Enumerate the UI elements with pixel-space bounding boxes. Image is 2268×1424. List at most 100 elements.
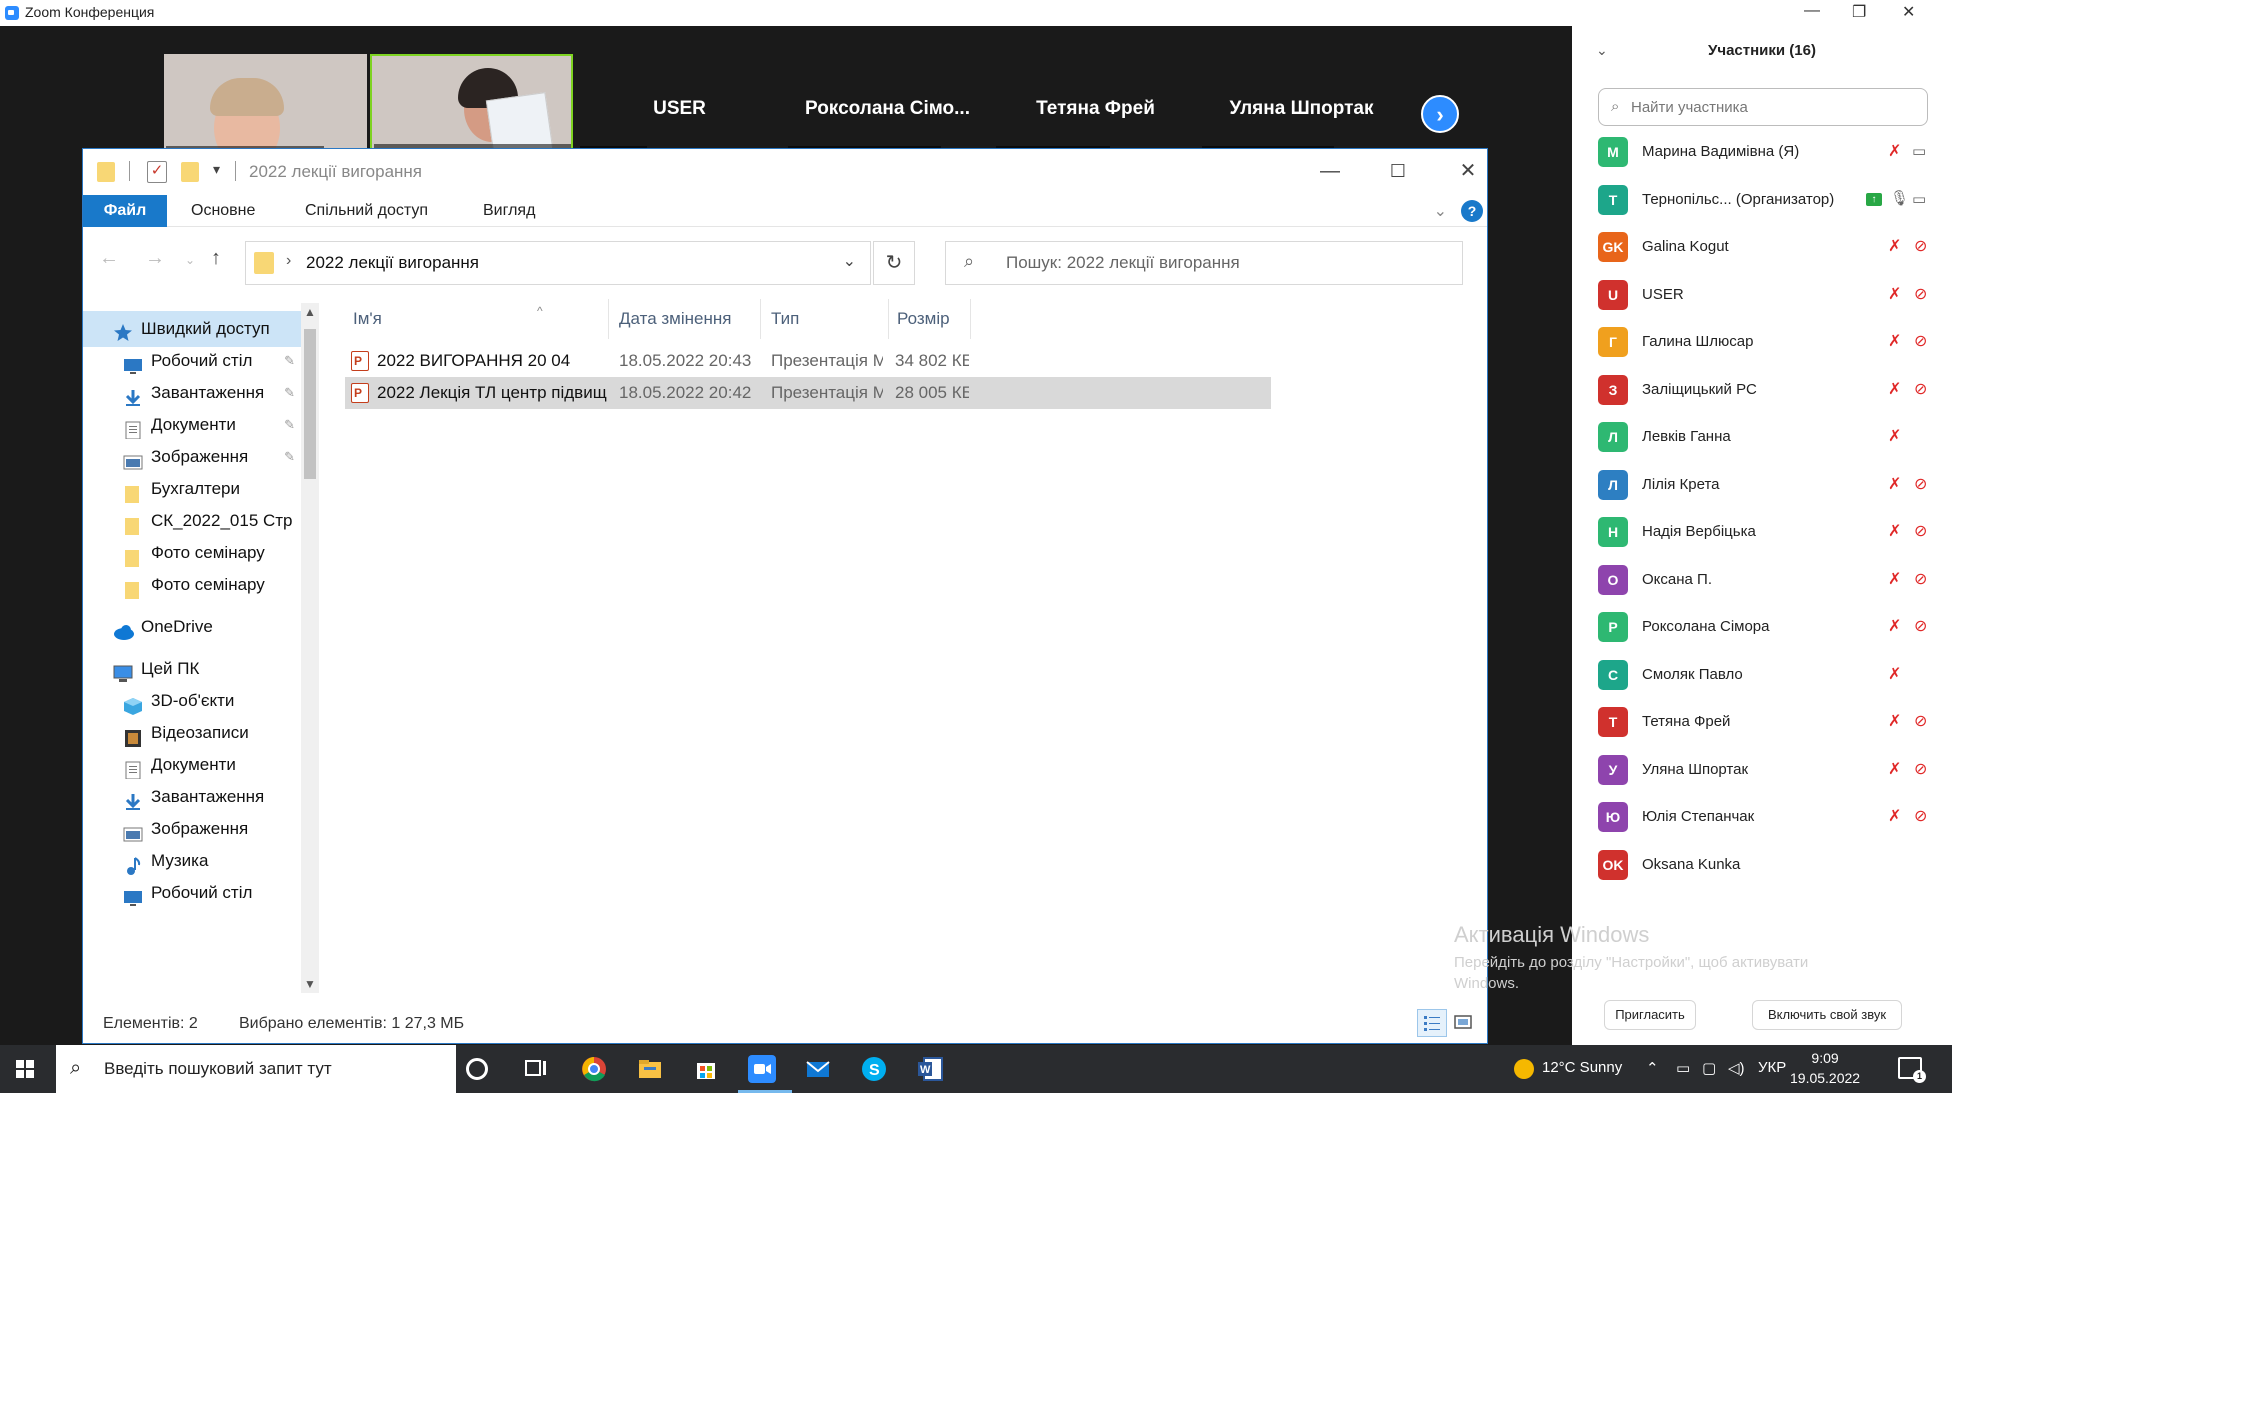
participant-row[interactable]: Г Галина Шлюсар ✗ ⊘ (1598, 322, 1938, 362)
maximize-button[interactable]: ☐ (1373, 155, 1423, 189)
volume-icon[interactable]: ◁) (1728, 1059, 1745, 1077)
camera-off-icon[interactable]: ⊘ (1914, 331, 1927, 351)
search-input[interactable]: ⌕ Пошук: 2022 лекції вигорання (945, 241, 1463, 285)
unmute-button[interactable]: Включить свой звук (1752, 1000, 1902, 1030)
task-view-icon[interactable] (522, 1055, 550, 1083)
new-folder-icon[interactable] (181, 162, 199, 182)
participant-row[interactable]: Р Роксолана Сімора ✗ ⊘ (1598, 607, 1938, 647)
weather-sun-icon[interactable] (1514, 1059, 1534, 1079)
details-view-icon[interactable] (1417, 1009, 1447, 1037)
restore-button[interactable]: ❐ (1852, 2, 1866, 22)
mic-icon[interactable]: 🎙 (1890, 189, 1909, 207)
camera-off-icon[interactable]: ⊘ (1914, 616, 1927, 636)
close-button[interactable]: ✕ (1902, 2, 1915, 22)
mail-icon[interactable] (804, 1055, 832, 1083)
nav-item[interactable]: СК_2022_015 Стр (83, 503, 301, 539)
mic-muted-icon[interactable]: ✗ (1888, 426, 1901, 446)
refresh-icon[interactable]: ↻ (873, 241, 915, 285)
mic-muted-icon[interactable]: ✗ (1888, 236, 1901, 256)
next-page-button[interactable]: › (1421, 95, 1459, 133)
invite-button[interactable]: Пригласить (1604, 1000, 1696, 1030)
mic-muted-icon[interactable]: ✗ (1888, 664, 1901, 684)
nav-item[interactable]: 3D-об'єкти (83, 683, 301, 719)
nav-item[interactable]: Фото семінару (83, 567, 301, 603)
participant-row[interactable]: О Оксана П. ✗ ⊘ (1598, 560, 1938, 600)
column-date[interactable]: Дата змінення (611, 299, 761, 339)
nav-item[interactable]: Музика (83, 843, 301, 879)
camera-off-icon[interactable]: ⊘ (1914, 711, 1927, 731)
column-type[interactable]: Тип (763, 299, 889, 339)
close-button[interactable]: ✕ (1443, 155, 1493, 189)
nav-item[interactable]: Робочий стіл (83, 875, 301, 911)
scroll-down-icon[interactable]: ▼ (301, 977, 319, 991)
participant-row[interactable]: С Смоляк Павло ✗ (1598, 655, 1938, 695)
tab-share[interactable]: Спільний доступ (305, 195, 428, 227)
camera-off-icon[interactable]: ⊘ (1914, 474, 1927, 494)
mic-muted-icon[interactable]: ✗ (1888, 806, 1901, 826)
cortana-icon[interactable] (466, 1058, 488, 1080)
minimize-button[interactable]: — (1305, 155, 1355, 189)
participant-row[interactable]: Т Тетяна Фрей ✗ ⊘ (1598, 702, 1938, 742)
nav-item[interactable]: Зображення ✎ (83, 439, 301, 475)
nav-item[interactable]: Швидкий доступ (83, 311, 301, 347)
participant-row[interactable]: Л Левків Ганна ✗ (1598, 417, 1938, 457)
camera-off-icon[interactable]: ⊘ (1914, 284, 1927, 304)
participant-row[interactable]: М Марина Вадимівна (Я) ✗ ▭ (1598, 132, 1938, 172)
minimize-button[interactable]: — (1804, 2, 1820, 20)
nav-item[interactable]: Бухгалтери (83, 471, 301, 507)
nav-item[interactable]: Відеозаписи (83, 715, 301, 751)
column-name[interactable]: Ім'я ^ (345, 299, 609, 339)
file-explorer-icon[interactable] (636, 1055, 664, 1083)
recent-locations-icon[interactable]: ⌄ (185, 253, 195, 267)
nav-item[interactable]: Документи ✎ (83, 407, 301, 443)
skype-icon[interactable]: S (860, 1055, 888, 1083)
chrome-icon[interactable] (580, 1055, 608, 1083)
camera-icon[interactable]: ▭ (1912, 142, 1926, 160)
participant-row[interactable]: GK Galina Kogut ✗ ⊘ (1598, 227, 1938, 267)
mic-muted-icon[interactable]: ✗ (1888, 711, 1901, 731)
column-size[interactable]: Розмір (889, 299, 971, 339)
forward-icon[interactable]: → (145, 247, 165, 270)
camera-off-icon[interactable]: ⊘ (1914, 759, 1927, 779)
back-icon[interactable]: ← (99, 247, 119, 270)
nav-item[interactable]: Зображення (83, 811, 301, 847)
participant-row[interactable]: У Уляна Шпортак ✗ ⊘ (1598, 750, 1938, 790)
windows-start-icon[interactable] (16, 1060, 34, 1078)
large-icons-view-icon[interactable] (1449, 1009, 1479, 1037)
camera-off-icon[interactable]: ⊘ (1914, 569, 1927, 589)
weather-text[interactable]: 12°C Sunny (1542, 1059, 1622, 1076)
chevron-down-icon[interactable]: ⌄ (843, 251, 856, 271)
nav-item[interactable]: Фото семінару (83, 535, 301, 571)
participant-row[interactable]: З Заліщицький РС ✗ ⊘ (1598, 370, 1938, 410)
help-icon[interactable]: ? (1461, 200, 1483, 222)
participant-row[interactable]: Ю Юлія Степанчак ✗ ⊘ (1598, 797, 1938, 837)
camera-off-icon[interactable]: ⊘ (1914, 379, 1927, 399)
mic-muted-icon[interactable]: ✗ (1888, 616, 1901, 636)
camera-icon[interactable]: ▭ (1912, 190, 1926, 208)
mic-muted-icon[interactable]: ✗ (1888, 141, 1901, 161)
chevron-up-icon[interactable]: ⌃ (1646, 1059, 1659, 1077)
zoom-icon[interactable] (748, 1055, 776, 1083)
mic-muted-icon[interactable]: ✗ (1888, 331, 1901, 351)
scrollbar[interactable]: ▲ ▼ (301, 303, 319, 993)
nav-item[interactable]: Документи (83, 747, 301, 783)
properties-icon[interactable]: ✓ (147, 161, 167, 183)
mic-muted-icon[interactable]: ✗ (1888, 759, 1901, 779)
chevron-right-icon[interactable]: › (286, 252, 291, 270)
nav-item[interactable]: OneDrive (83, 609, 301, 645)
participant-row[interactable]: Л Лілія Крета ✗ ⊘ (1598, 465, 1938, 505)
up-icon[interactable]: ↑ (211, 247, 221, 270)
mic-muted-icon[interactable]: ✗ (1888, 569, 1901, 589)
participant-row[interactable]: Т Тернопільс... (Организатор) ↑ 🎙 ▭ (1598, 180, 1938, 220)
nav-item[interactable]: Цей ПК (83, 651, 301, 687)
language-indicator[interactable]: УКР (1758, 1059, 1786, 1076)
network-icon[interactable]: ▭ (1676, 1059, 1690, 1077)
store-icon[interactable] (692, 1055, 720, 1083)
nav-item[interactable]: Робочий стіл ✎ (83, 343, 301, 379)
scroll-thumb[interactable] (304, 329, 316, 479)
nav-item[interactable]: Завантаження (83, 779, 301, 815)
tab-file[interactable]: Файл (83, 195, 167, 227)
file-row[interactable]: 2022 Лекція ТЛ центр підвищення квалі...… (345, 377, 1271, 409)
camera-off-icon[interactable]: ⊘ (1914, 236, 1927, 256)
mic-muted-icon[interactable]: ✗ (1888, 474, 1901, 494)
